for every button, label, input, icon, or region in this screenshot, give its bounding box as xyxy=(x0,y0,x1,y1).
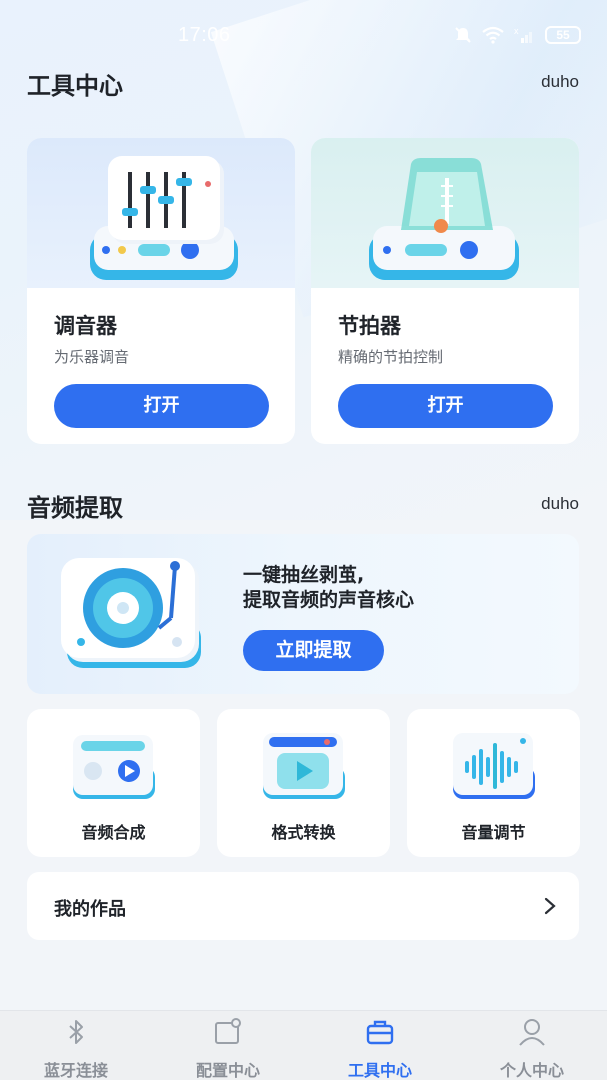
nav-bluetooth-label: 蓝牙连接 xyxy=(43,1061,108,1080)
metronome-name: 节拍器 xyxy=(338,314,401,338)
tuner-desc: 为乐器调音 xyxy=(54,348,130,366)
toolbox-icon xyxy=(366,1020,394,1045)
audio-synthesis-icon xyxy=(73,735,155,799)
tuner-hero xyxy=(27,138,295,288)
audio-section-brand: duho xyxy=(541,494,579,513)
nav-bluetooth[interactable]: 蓝牙连接 xyxy=(0,1011,152,1080)
bottom-nav: 蓝牙连接 配置中心 工具中心 个人中心 xyxy=(0,1010,607,1080)
volume-adjust-card[interactable]: 音量调节 xyxy=(407,709,580,857)
audio-section-title: 音频提取 xyxy=(27,494,123,522)
tools-section-title: 工具中心 xyxy=(27,72,123,100)
status-bar: 17:06 x 55 xyxy=(0,22,607,52)
person-icon xyxy=(519,1019,545,1046)
tuner-mixer-icon xyxy=(90,156,238,280)
nav-profile-label: 个人中心 xyxy=(499,1061,564,1080)
status-time: 17:06 xyxy=(178,24,231,46)
svg-text:x: x xyxy=(514,26,519,36)
format-convert-card[interactable]: 格式转换 xyxy=(217,709,390,857)
status-icons: x 55 xyxy=(453,26,581,44)
extract-banner[interactable]: 一键抽丝剥茧, 提取音频的声音核心 立即提取 xyxy=(27,534,579,694)
my-works-row[interactable]: 我的作品 xyxy=(27,872,579,940)
tools-section-brand: duho xyxy=(541,72,579,91)
volume-wave-icon xyxy=(453,733,535,799)
mute-bell-icon xyxy=(455,27,471,43)
extract-line-2: 提取音频的声音核心 xyxy=(243,589,415,611)
my-works-label: 我的作品 xyxy=(54,899,126,920)
nav-tools[interactable]: 工具中心 xyxy=(304,1011,456,1080)
format-convert-icon xyxy=(263,733,345,799)
signal-icon: x xyxy=(514,26,532,43)
wifi-icon xyxy=(482,26,504,44)
nav-tools-label: 工具中心 xyxy=(347,1061,412,1080)
tuner-open-button[interactable]: 打开 xyxy=(54,384,269,428)
format-convert-label: 格式转换 xyxy=(271,823,336,842)
nav-config-label: 配置中心 xyxy=(195,1061,260,1080)
bluetooth-icon xyxy=(69,1020,83,1044)
chevron-right-icon xyxy=(544,897,556,915)
metronome-card[interactable]: 节拍器 精确的节拍控制 打开 xyxy=(311,138,579,444)
turntable-icon xyxy=(61,558,201,668)
audio-synthesis-card[interactable]: 音频合成 xyxy=(27,709,200,857)
battery-indicator: 55 xyxy=(545,26,581,44)
nav-config[interactable]: 配置中心 xyxy=(152,1011,304,1080)
config-icon xyxy=(215,1018,241,1044)
metronome-desc: 精确的节拍控制 xyxy=(338,348,444,366)
volume-adjust-label: 音量调节 xyxy=(461,823,526,842)
metronome-open-button[interactable]: 打开 xyxy=(338,384,553,428)
tuner-name: 调音器 xyxy=(54,314,117,338)
tuner-card[interactable]: 调音器 为乐器调音 打开 xyxy=(27,138,295,444)
metronome-icon xyxy=(369,158,519,280)
extract-line-1: 一键抽丝剥茧, xyxy=(243,564,365,586)
audio-synthesis-label: 音频合成 xyxy=(81,823,146,842)
extract-now-button[interactable]: 立即提取 xyxy=(243,630,384,671)
metronome-hero xyxy=(311,138,579,288)
nav-profile[interactable]: 个人中心 xyxy=(456,1011,607,1080)
